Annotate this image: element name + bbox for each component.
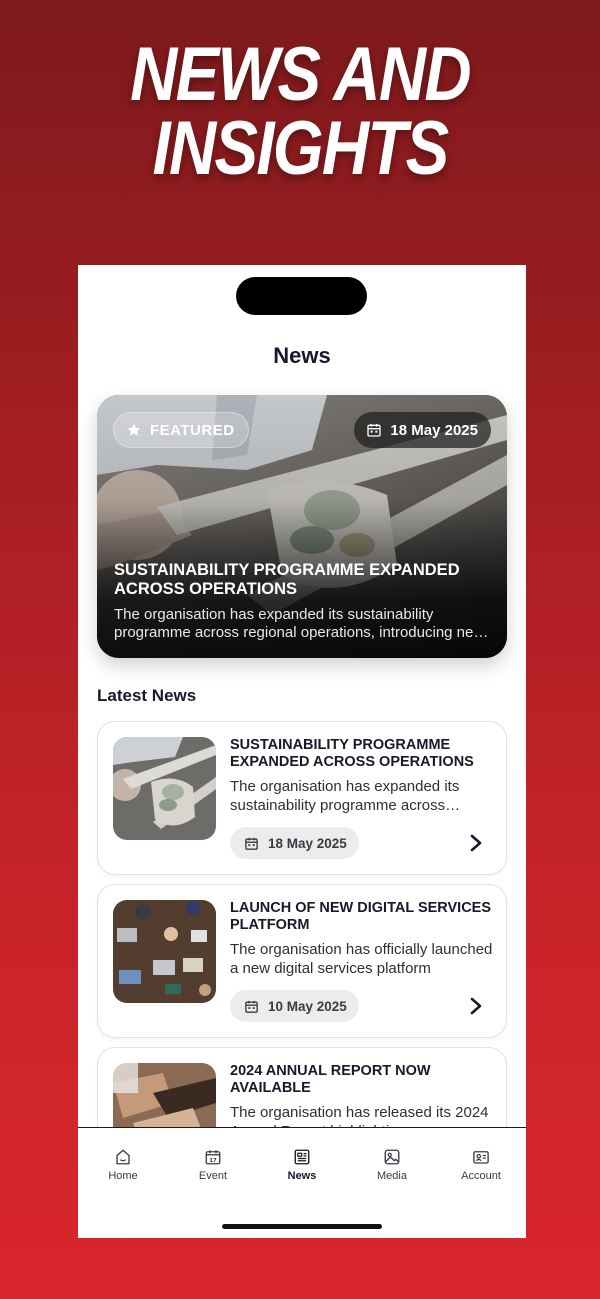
- newspaper-icon: [294, 1149, 310, 1165]
- chevron-right-icon[interactable]: [468, 997, 484, 1015]
- bottom-tab-bar: Home 17 Event News Media Account: [78, 1127, 526, 1238]
- home-icon: [116, 1149, 130, 1165]
- tab-event-label: Event: [198, 1170, 228, 1182]
- image-icon: [384, 1149, 400, 1165]
- news-card[interactable]: SUSTAINABILITY PROGRAMME EXPANDED ACROSS…: [97, 721, 507, 875]
- tab-account[interactable]: Account: [436, 1148, 526, 1182]
- tab-account-label: Account: [461, 1170, 501, 1182]
- featured-badge: FEATURED: [113, 412, 249, 448]
- calendar-icon: 17: [205, 1150, 221, 1165]
- chevron-right-icon[interactable]: [468, 834, 484, 852]
- calendar-icon: [245, 837, 258, 850]
- hero-title-line-1: NEWS AND: [130, 32, 471, 117]
- calendar-icon: [245, 1000, 258, 1013]
- featured-description: The organisation has expanded its sustai…: [114, 606, 485, 641]
- hero-title-line-2: INSIGHTS: [152, 106, 450, 191]
- home-indicator: [222, 1224, 382, 1229]
- featured-title: SUSTAINABILITY PROGRAMME EXPANDED ACROSS…: [114, 561, 460, 598]
- tab-news[interactable]: News: [257, 1148, 347, 1182]
- tab-home[interactable]: Home: [78, 1148, 168, 1182]
- dynamic-island: [236, 277, 367, 315]
- news-title: SUSTAINABILITY PROGRAMME EXPANDED ACROSS…: [230, 737, 474, 770]
- id-card-icon: [473, 1151, 489, 1164]
- tab-media[interactable]: Media: [347, 1148, 437, 1182]
- tab-home-label: Home: [108, 1170, 138, 1182]
- calendar-icon: [367, 424, 382, 437]
- featured-news-card[interactable]: FEATURED 18 May 2025 SUSTAINABILITY PROG…: [97, 395, 507, 658]
- news-card[interactable]: LAUNCH OF NEW DIGITAL SERVICES PLATFORM …: [97, 884, 507, 1038]
- phone-screen: News FEATURED 18 May 2025 SUSTAINABILITY…: [78, 265, 526, 1238]
- news-thumbnail: [113, 900, 216, 1003]
- news-title: LAUNCH OF NEW DIGITAL SERVICES PLATFORM: [230, 900, 492, 933]
- featured-date: 18 May 2025: [390, 421, 478, 439]
- news-description: The organisation has officially launched…: [230, 941, 493, 977]
- news-date: 18 May 2025: [268, 835, 347, 851]
- tab-news-label: News: [287, 1170, 317, 1182]
- news-date: 10 May 2025: [268, 998, 347, 1014]
- news-description: The organisation has expanded its sustai…: [230, 778, 460, 814]
- featured-date-badge: 18 May 2025: [354, 412, 491, 448]
- featured-badge-label: FEATURED: [150, 421, 235, 439]
- tab-event[interactable]: 17 Event: [168, 1148, 258, 1182]
- latest-news-heading: Latest News: [97, 686, 197, 705]
- star-icon: [127, 423, 141, 436]
- news-date-badge: 10 May 2025: [230, 990, 359, 1022]
- news-thumbnail: [113, 737, 216, 840]
- calendar-icon-day: 17: [209, 1158, 217, 1164]
- news-title: 2024 ANNUAL REPORT NOW AVAILABLE: [230, 1063, 431, 1096]
- news-date-badge: 18 May 2025: [230, 827, 359, 859]
- hero-title: NEWS AND INSIGHTS: [42, 32, 558, 191]
- page-title: News: [273, 343, 331, 368]
- tab-media-label: Media: [377, 1170, 407, 1182]
